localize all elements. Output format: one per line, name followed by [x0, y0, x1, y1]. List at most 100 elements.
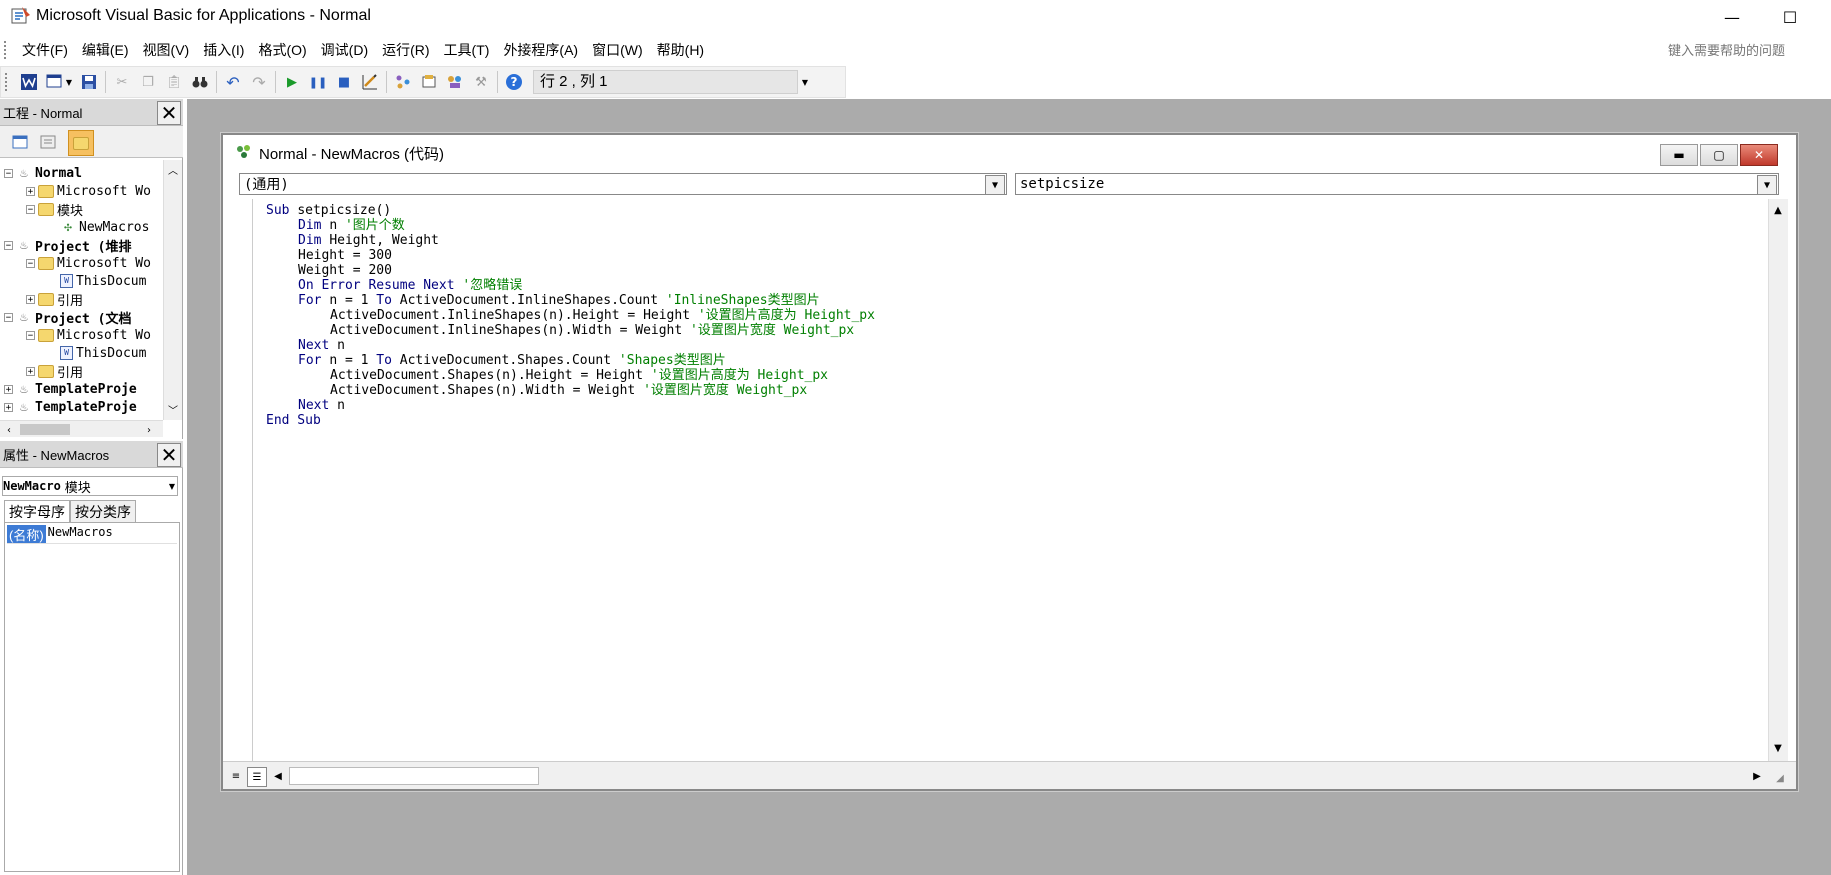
code-line[interactable]: End Sub — [266, 413, 321, 428]
scroll-right-arrow-icon[interactable]: › — [140, 421, 158, 439]
toolbar-grip[interactable] — [5, 73, 10, 91]
help-button[interactable]: ? — [501, 69, 527, 95]
menu-debug[interactable]: 调试(D) — [314, 36, 375, 64]
project-explorer-button[interactable] — [390, 69, 416, 95]
menu-view[interactable]: 视图(V) — [136, 36, 197, 64]
menu-tools[interactable]: 工具(T) — [437, 36, 497, 64]
collapse-icon[interactable]: − — [26, 204, 35, 214]
tree-item[interactable]: − ♨ Project (文档 — [4, 308, 131, 327]
redo-button[interactable]: ↷ — [246, 69, 272, 95]
properties-object-select[interactable]: NewMacro 模块 ▼ — [2, 476, 178, 496]
copy-button[interactable]: ❐ — [135, 69, 161, 95]
menu-grip[interactable] — [4, 41, 9, 59]
project-tree-horizontal-scrollbar[interactable]: ‹ › — [0, 420, 163, 437]
toolbox-button[interactable]: ⚒ — [468, 69, 494, 95]
collapse-icon[interactable]: − — [4, 168, 13, 178]
tab-alphabetic[interactable]: 按字母序 — [4, 500, 70, 523]
code-line[interactable]: For n = 1 To ActiveDocument.InlineShapes… — [298, 293, 820, 308]
tree-item[interactable]: + Microsoft Wo — [26, 182, 151, 200]
undo-button[interactable]: ↶ — [220, 69, 246, 95]
code-line[interactable]: Weight = 200 — [298, 263, 392, 278]
menu-file[interactable]: 文件(F) — [15, 36, 75, 64]
menu-help[interactable]: 帮助(H) — [650, 36, 711, 64]
scroll-up-arrow-icon[interactable]: ▲ — [1769, 201, 1787, 219]
maximize-button[interactable]: ☐ — [1762, 0, 1818, 34]
expand-icon[interactable]: + — [26, 186, 35, 196]
help-search-input[interactable] — [1664, 38, 1824, 62]
menu-run[interactable]: 运行(R) — [375, 36, 436, 64]
code-window-minimize-button[interactable]: ▬ — [1660, 144, 1698, 166]
tree-item[interactable]: + 引用 — [26, 290, 83, 309]
toggle-folders-button[interactable] — [68, 130, 94, 156]
tree-item[interactable]: − 模块 — [26, 200, 83, 219]
properties-close-button[interactable]: ✕ — [157, 443, 181, 467]
expand-icon[interactable]: + — [4, 384, 13, 394]
code-line[interactable]: Dim Height, Weight — [298, 233, 439, 248]
tree-item[interactable]: − Microsoft Wo — [26, 254, 151, 272]
insert-module-button[interactable]: ▼ — [42, 69, 76, 95]
code-line[interactable]: ActiveDocument.InlineShapes(n).Width = W… — [330, 323, 854, 338]
code-line[interactable]: ActiveDocument.InlineShapes(n).Height = … — [330, 308, 875, 323]
chevron-down-icon[interactable]: ▼ — [1757, 175, 1777, 195]
code-margin-indicator-bar[interactable] — [223, 199, 253, 761]
menu-window[interactable]: 窗口(W) — [585, 36, 650, 64]
design-mode-button[interactable] — [357, 69, 383, 95]
procedure-combo[interactable]: setpicsize ▼ — [1015, 173, 1779, 195]
tab-categorized[interactable]: 按分类序 — [70, 500, 136, 523]
reset-button[interactable]: ■ — [331, 69, 357, 95]
expand-icon[interactable]: + — [26, 294, 35, 304]
tree-item[interactable]: W ThisDocum — [48, 344, 146, 362]
code-line[interactable]: For n = 1 To ActiveDocument.Shapes.Count… — [298, 353, 726, 368]
view-word-button[interactable] — [16, 69, 42, 95]
collapse-icon[interactable]: − — [26, 258, 35, 268]
scroll-up-arrow-icon[interactable]: ︿ — [164, 160, 182, 178]
code-line[interactable]: Sub setpicsize() — [266, 203, 391, 218]
save-button[interactable] — [76, 69, 102, 95]
menu-format[interactable]: 格式(O) — [251, 36, 313, 64]
view-code-button[interactable] — [8, 130, 32, 154]
properties-window-button[interactable] — [416, 69, 442, 95]
code-window-restore-button[interactable]: ▢ — [1700, 144, 1738, 166]
break-button[interactable]: ❚❚ — [305, 69, 331, 95]
code-vertical-scrollbar[interactable]: ▲ ▼ — [1768, 199, 1788, 761]
code-line[interactable]: Dim n '图片个数 — [298, 218, 405, 233]
object-browser-button[interactable] — [442, 69, 468, 95]
view-object-button[interactable] — [36, 130, 60, 154]
expand-icon[interactable]: + — [4, 402, 13, 412]
tree-item[interactable]: + ♨ TemplateProje — [4, 398, 137, 416]
chevron-down-icon[interactable]: ▼ — [985, 175, 1005, 195]
scroll-right-arrow-icon[interactable]: ▶ — [1748, 767, 1766, 785]
tree-item[interactable]: − Microsoft Wo — [26, 326, 151, 344]
code-window-close-button[interactable]: ✕ — [1740, 144, 1778, 166]
code-line[interactable]: Next n — [298, 338, 345, 353]
collapse-icon[interactable]: − — [4, 240, 13, 250]
horizontal-scroll-thumb[interactable] — [289, 767, 539, 785]
code-line[interactable]: Height = 300 — [298, 248, 392, 263]
menu-insert[interactable]: 插入(I) — [196, 36, 251, 64]
menu-addins[interactable]: 外接程序(A) — [496, 36, 585, 64]
find-button[interactable] — [187, 69, 213, 95]
minimize-button[interactable]: — — [1704, 0, 1760, 34]
project-tree-vertical-scrollbar[interactable]: ︿ ﹀ — [163, 160, 182, 420]
property-value[interactable]: NewMacros — [46, 525, 113, 543]
collapse-icon[interactable]: − — [4, 312, 13, 322]
property-row-name[interactable]: (名称) NewMacros — [7, 525, 177, 544]
procedure-view-button[interactable]: ≡ — [227, 767, 245, 785]
tree-item[interactable]: − ♨ Normal — [4, 164, 82, 182]
code-editor[interactable]: Sub setpicsize() Dim n '图片个数 Dim Height, W… — [254, 199, 1766, 761]
collapse-icon[interactable]: − — [26, 330, 35, 340]
tree-item[interactable]: W ThisDocum — [48, 272, 146, 290]
project-explorer-close-button[interactable]: ✕ — [157, 101, 181, 125]
tree-item[interactable]: ✣ NewMacros — [48, 218, 149, 236]
toolbar-options-button[interactable]: ▼ — [798, 69, 812, 95]
expand-icon[interactable]: + — [26, 366, 35, 376]
run-button[interactable]: ▶ — [279, 69, 305, 95]
code-line[interactable]: ActiveDocument.Shapes(n).Height = Height… — [330, 368, 828, 383]
scroll-down-arrow-icon[interactable]: ﹀ — [164, 400, 182, 418]
tree-item[interactable]: + 引用 — [26, 362, 83, 381]
scroll-left-arrow-icon[interactable]: ‹ — [0, 421, 18, 439]
scroll-down-arrow-icon[interactable]: ▼ — [1769, 739, 1787, 757]
code-line[interactable]: ActiveDocument.Shapes(n).Width = Weight … — [330, 383, 807, 398]
tree-item[interactable]: − ♨ Project (堆排 — [4, 236, 131, 255]
paste-button[interactable]: 📋︎ — [161, 69, 187, 95]
